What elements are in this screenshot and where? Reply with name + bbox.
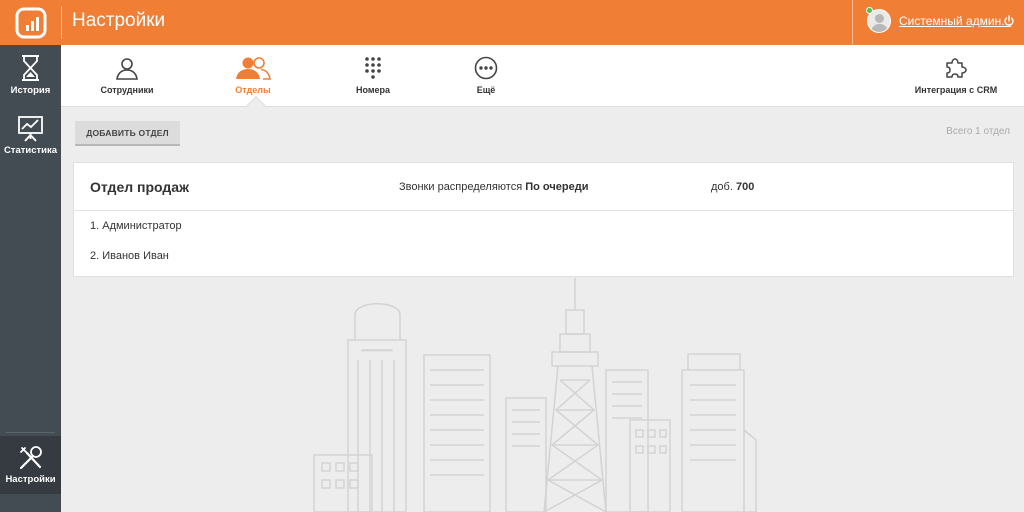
sidebar-item-label: Статистика — [3, 145, 58, 156]
extension-prefix: доб. — [711, 181, 733, 193]
tab-label: Сотрудники — [100, 85, 154, 95]
online-status-icon — [866, 7, 873, 14]
city-skyline-illustration — [313, 278, 757, 512]
chart-board-icon — [18, 116, 43, 142]
extension-number: 700 — [735, 181, 755, 193]
tabs-bar: Сотрудники Отделы Номера Ещё Интеграция … — [61, 45, 1024, 116]
sidebar: История Статистика Настройки — [0, 45, 61, 512]
sidebar-item-settings[interactable]: Настройки — [0, 436, 61, 494]
user-menu[interactable]: Системный админ... — [852, 0, 1024, 45]
top-divider — [61, 6, 62, 39]
department-card[interactable]: Отдел продаж Звонки распределяются По оч… — [73, 162, 1014, 277]
sidebar-item-history[interactable]: История — [0, 47, 61, 105]
tab-label: Номера — [355, 85, 391, 95]
list-item: 1. Администратор — [90, 220, 182, 232]
tab-crm-integration[interactable]: Интеграция с CRM — [901, 45, 1011, 107]
tab-employees[interactable]: Сотрудники — [85, 45, 169, 107]
sidebar-item-statistics[interactable]: Статистика — [0, 107, 61, 165]
tab-numbers[interactable]: Номера — [331, 45, 415, 107]
department-card-header[interactable]: Отдел продаж Звонки распределяются По оч… — [74, 163, 1013, 211]
page-title: Настройки — [72, 10, 166, 31]
distribution-info: Звонки распределяются По очереди — [399, 181, 588, 193]
sidebar-item-label: Настройки — [5, 474, 56, 485]
power-icon[interactable] — [1003, 15, 1015, 27]
extension-info: доб. 700 — [711, 181, 754, 193]
user-name-link[interactable]: Системный админ... — [899, 14, 1011, 28]
sidebar-item-label: История — [10, 85, 51, 96]
distribution-prefix: Звонки распределяются — [399, 181, 523, 193]
total-count: Всего 1 отдел — [946, 126, 1010, 137]
tab-label: Интеграция с CRM — [914, 85, 998, 95]
more-icon — [474, 56, 498, 80]
keypad-icon — [365, 57, 381, 79]
add-department-button[interactable]: ДОБАВИТЬ ОТДЕЛ — [75, 121, 180, 146]
sidebar-divider — [6, 432, 55, 433]
tab-more[interactable]: Ещё — [444, 45, 528, 107]
tab-label: Ещё — [476, 85, 496, 95]
logo-icon — [15, 7, 46, 38]
tools-icon — [19, 446, 42, 470]
logo[interactable] — [0, 0, 61, 45]
users-icon — [236, 57, 271, 80]
list-item: 2. Иванов Иван — [90, 250, 169, 262]
department-name: Отдел продаж — [90, 179, 189, 195]
tab-label: Отделы — [235, 85, 271, 95]
puzzle-icon — [946, 58, 967, 78]
top-bar: Настройки Системный админ... — [0, 0, 1024, 45]
hourglass-icon — [22, 55, 39, 81]
distribution-mode: По очереди — [525, 181, 589, 193]
user-icon — [116, 58, 138, 80]
